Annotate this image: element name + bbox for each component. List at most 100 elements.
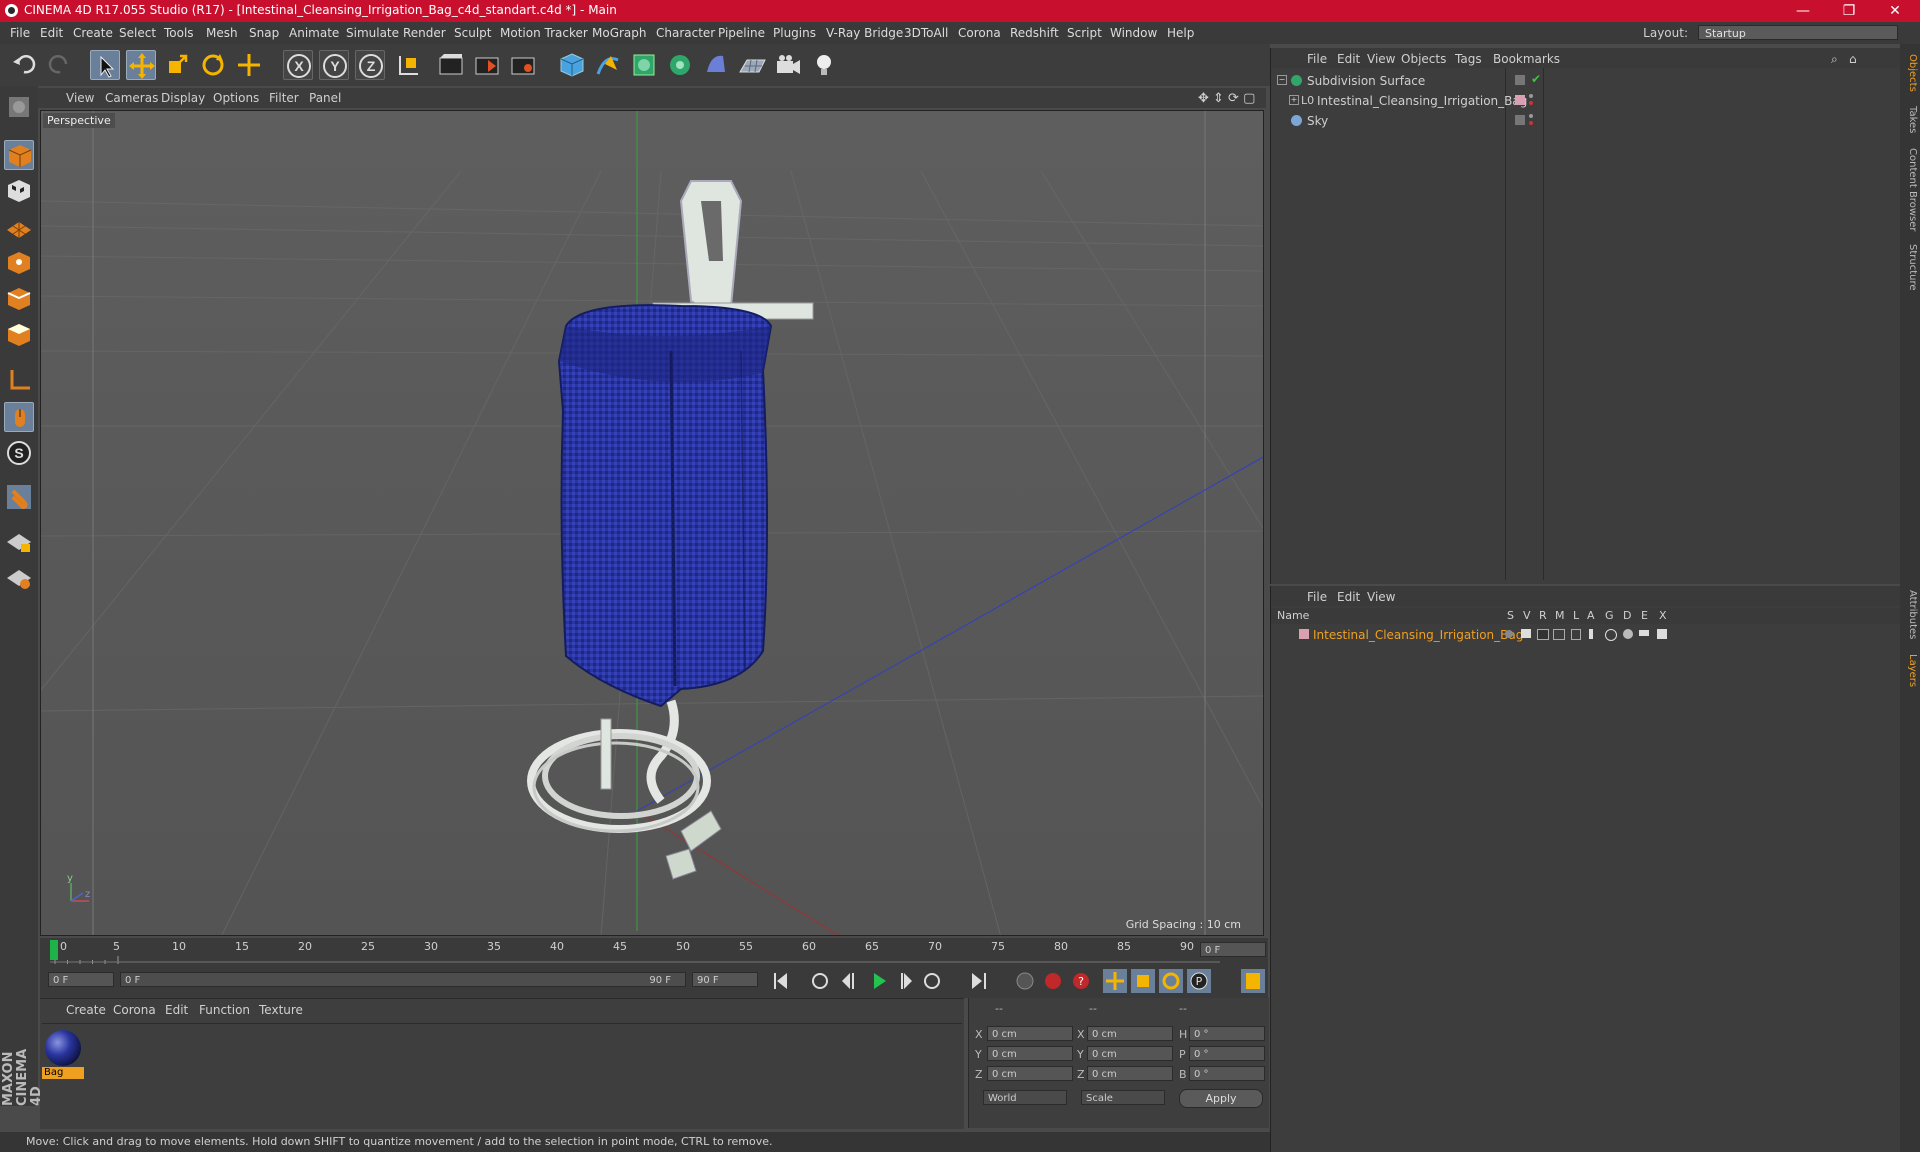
objects-menu-file[interactable]: File <box>1307 52 1327 66</box>
key-rotation-icon[interactable] <box>1159 969 1183 993</box>
key-parameter-icon[interactable] <box>1187 969 1211 993</box>
edit-render-settings-icon[interactable] <box>508 50 538 80</box>
axis-mode-icon[interactable] <box>4 366 34 396</box>
column-animation[interactable]: A <box>1587 609 1595 622</box>
viewport-menu-filter[interactable]: Filter <box>269 91 299 105</box>
menu-tools[interactable]: Tools <box>164 26 194 40</box>
layer-xref-icon[interactable] <box>1657 629 1667 639</box>
layer-animation-icon[interactable] <box>1589 629 1593 639</box>
next-key-icon[interactable] <box>920 969 944 993</box>
current-frame-field[interactable]: 0 F <box>1200 942 1266 957</box>
object-row-irrigation-bag[interactable]: + L0 Intestinal_Cleansing_Irrigation_Bag <box>1275 92 1895 111</box>
menu-plugins[interactable]: Plugins <box>773 26 816 40</box>
column-locked[interactable]: L <box>1573 609 1579 622</box>
layers-menu-view[interactable]: View <box>1367 590 1395 604</box>
layer-expressions-icon[interactable] <box>1639 630 1649 636</box>
menu-redshift[interactable]: Redshift <box>1010 26 1059 40</box>
menu-pipeline[interactable]: Pipeline <box>718 26 765 40</box>
autokeying-icon[interactable] <box>1041 969 1065 993</box>
next-frame-icon[interactable] <box>896 969 920 993</box>
coord-mode-dropdown[interactable]: Scale <box>1081 1090 1165 1105</box>
material-menu-create[interactable]: Create <box>66 1003 106 1017</box>
texture-mode-icon[interactable] <box>4 176 34 206</box>
tab-structure[interactable]: Structure <box>1902 244 1918 291</box>
object-row-sky[interactable]: Sky <box>1275 112 1895 131</box>
go-to-end-icon[interactable] <box>968 969 992 993</box>
render-view-icon[interactable] <box>436 50 466 80</box>
visibility-dot-editor[interactable] <box>1529 114 1533 118</box>
layer-color-swatch[interactable] <box>1299 629 1309 639</box>
column-deformers[interactable]: D <box>1623 609 1631 622</box>
coord-rot-h-field[interactable]: 0 ° <box>1189 1026 1265 1041</box>
x-axis-lock-icon[interactable]: X <box>283 50 313 80</box>
move-tool-icon[interactable] <box>126 50 156 80</box>
column-solo[interactable]: S <box>1507 609 1514 622</box>
y-axis-lock-icon[interactable]: Y <box>319 50 349 80</box>
visibility-dot-render[interactable] <box>1529 121 1533 125</box>
column-name[interactable]: Name <box>1277 609 1309 622</box>
tab-takes[interactable]: Takes <box>1902 106 1918 133</box>
menu-vray-bridge[interactable]: V-Ray Bridge <box>826 26 903 40</box>
redo-button[interactable] <box>44 50 74 80</box>
workplane-mode-icon[interactable] <box>4 212 34 242</box>
keyframe-selection-icon[interactable] <box>1069 969 1093 993</box>
camera-object-icon[interactable] <box>773 50 803 80</box>
menu-mesh[interactable]: Mesh <box>206 26 238 40</box>
column-generators[interactable]: G <box>1605 609 1614 622</box>
polygons-mode-icon[interactable] <box>4 320 34 350</box>
column-render[interactable]: R <box>1539 609 1547 622</box>
previous-frame-icon[interactable] <box>838 969 862 993</box>
menu-character[interactable]: Character <box>656 26 715 40</box>
coordinate-system-icon[interactable] <box>394 50 424 80</box>
viewport-menu-options[interactable]: Options <box>213 91 259 105</box>
visibility-dot-render[interactable] <box>1529 101 1533 105</box>
tab-attributes[interactable]: Attributes <box>1902 590 1918 639</box>
coord-pos-x-field[interactable]: 0 cm <box>987 1026 1073 1041</box>
apply-button[interactable]: Apply <box>1179 1089 1263 1108</box>
menu-mograph[interactable]: MoGraph <box>592 26 647 40</box>
subdivision-surface-icon[interactable] <box>629 50 659 80</box>
record-keys-icon[interactable] <box>1013 969 1037 993</box>
menu-file[interactable]: File <box>10 26 30 40</box>
objects-menu-objects[interactable]: Objects <box>1401 52 1446 66</box>
layer-row-irrigation-bag[interactable]: Intestinal_Cleansing_Irrigation_Bag <box>1275 626 1895 645</box>
material-menu-corona[interactable]: Corona <box>113 1003 156 1017</box>
tab-objects[interactable]: Objects <box>1902 54 1918 92</box>
layer-solo-icon[interactable] <box>1505 630 1513 638</box>
material-menu-edit[interactable]: Edit <box>165 1003 188 1017</box>
objects-menu-tags[interactable]: Tags <box>1455 52 1482 66</box>
layout-dropdown[interactable]: Startup <box>1698 25 1898 40</box>
enabled-check-icon[interactable]: ✔ <box>1531 72 1541 86</box>
timeline-window-icon[interactable] <box>1241 969 1265 993</box>
material-menu-texture[interactable]: Texture <box>259 1003 303 1017</box>
tweak-mode-icon[interactable] <box>4 402 34 432</box>
menu-create[interactable]: Create <box>73 26 113 40</box>
column-manager[interactable]: M <box>1555 609 1565 622</box>
objects-home-icon[interactable]: ⌂ <box>1849 52 1857 66</box>
column-view[interactable]: V <box>1523 609 1531 622</box>
material-menu-function[interactable]: Function <box>199 1003 250 1017</box>
edges-mode-icon[interactable] <box>4 284 34 314</box>
objects-menu-view[interactable]: View <box>1367 52 1395 66</box>
objects-menu-bookmarks[interactable]: Bookmarks <box>1493 52 1560 66</box>
layer-lock-icon[interactable] <box>1571 629 1581 640</box>
column-expressions[interactable]: E <box>1641 609 1648 622</box>
menu-3dtoall[interactable]: 3DToAll <box>904 26 948 40</box>
menu-simulate[interactable]: Simulate <box>346 26 399 40</box>
layers-menu-file[interactable]: File <box>1307 590 1327 604</box>
visibility-dot-editor[interactable] <box>1529 94 1533 98</box>
points-mode-icon[interactable] <box>4 248 34 278</box>
live-selection-icon[interactable] <box>234 50 264 80</box>
objects-search-icon[interactable]: ⌕ <box>1831 52 1838 67</box>
viewport-menu-view[interactable]: View <box>66 91 94 105</box>
start-frame-field[interactable]: 0 F <box>48 972 114 987</box>
maximize-button[interactable]: ❐ <box>1826 0 1872 22</box>
layers-menu-edit[interactable]: Edit <box>1337 590 1360 604</box>
coord-rot-p-field[interactable]: 0 ° <box>1189 1046 1265 1061</box>
minimize-button[interactable]: — <box>1780 0 1826 22</box>
grid-lock-icon[interactable] <box>4 562 34 592</box>
menu-edit[interactable]: Edit <box>40 26 63 40</box>
coord-size-z-field[interactable]: 0 cm <box>1087 1066 1173 1081</box>
tab-layers[interactable]: Layers <box>1902 654 1918 687</box>
viewport-menu-panel[interactable]: Panel <box>309 91 341 105</box>
